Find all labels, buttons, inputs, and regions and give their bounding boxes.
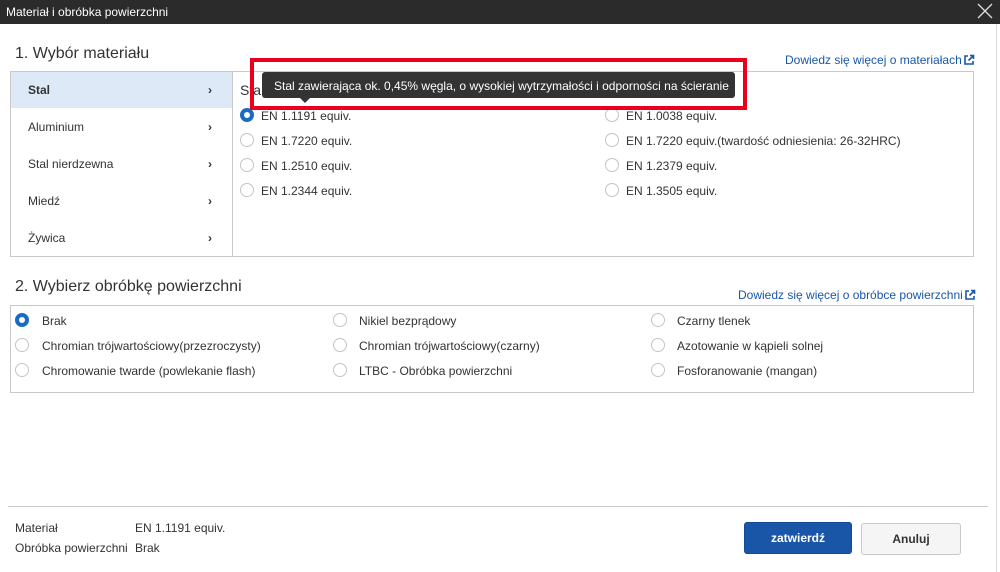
summary-surface-label: Obróbka powierzchni — [15, 541, 128, 555]
chevron-right-icon: › — [208, 157, 212, 171]
radio-en-1-7220-hrc[interactable] — [605, 133, 619, 147]
option-label[interactable]: Chromian trójwartościowy(czarny) — [359, 339, 540, 353]
summary-material-label: Materiał — [15, 521, 58, 535]
surface-learn-more-link[interactable]: Dowiedz się więcej o obróbce powierzchni — [738, 288, 976, 302]
surface-section-title: 2. Wybierz obróbkę powierzchni — [15, 278, 242, 295]
category-label: Żywica — [28, 231, 66, 245]
cancel-button[interactable]: Anuluj — [861, 523, 961, 555]
radio-en-1-2379[interactable] — [605, 158, 619, 172]
option-label[interactable]: EN 1.7220 equiv.(twardość odniesienia: 2… — [626, 134, 901, 148]
radio-en-1-1191[interactable] — [240, 108, 254, 122]
radio-en-1-2344[interactable] — [240, 183, 254, 197]
chevron-right-icon: › — [208, 194, 212, 208]
option-label[interactable]: Czarny tlenek — [677, 314, 750, 328]
window-edge — [996, 24, 997, 572]
radio-czarny-tlenek[interactable] — [651, 313, 665, 327]
option-label[interactable]: Fosforanowanie (mangan) — [677, 364, 817, 378]
category-item-zywica[interactable]: Żywica › — [11, 220, 232, 256]
summary-surface-value: Brak — [135, 541, 160, 555]
category-label: Stal — [28, 83, 51, 97]
radio-en-1-3505[interactable] — [605, 183, 619, 197]
radio-chromowanie-twarde[interactable] — [15, 363, 29, 377]
option-label[interactable]: EN 1.1191 equiv. — [261, 109, 351, 123]
material-category-list: Stal › Aluminium › Stal nierdzewna › Mie… — [11, 72, 233, 256]
radio-en-1-0038[interactable] — [605, 108, 619, 122]
materials-learn-more-link[interactable]: Dowiedz się więcej o materiałach — [785, 53, 975, 67]
external-link-icon — [963, 54, 975, 65]
close-icon[interactable] — [976, 2, 994, 20]
radio-fosforanowanie[interactable] — [651, 363, 665, 377]
chevron-right-icon: › — [208, 231, 212, 245]
radio-brak[interactable] — [15, 313, 29, 327]
confirm-button[interactable]: zatwierdź — [744, 522, 852, 554]
radio-chromian-przezroczysty[interactable] — [15, 338, 29, 352]
option-label[interactable]: EN 1.3505 equiv. — [626, 184, 717, 198]
category-label: Aluminium — [28, 120, 85, 134]
option-label[interactable]: Chromowanie twarde (powlekanie flash) — [42, 364, 255, 378]
category-label: Stal nierdzewna — [28, 157, 114, 171]
category-item-stal-nierdzewna[interactable]: Stal nierdzewna › — [11, 146, 232, 182]
summary-material-value: EN 1.1191 equiv. — [135, 521, 226, 535]
category-item-stal[interactable]: Stal › — [11, 72, 232, 108]
radio-nikiel-bezpradowy[interactable] — [333, 313, 347, 327]
option-label[interactable]: EN 1.2379 equiv. — [626, 159, 717, 173]
option-label[interactable]: Brak — [42, 314, 67, 328]
radio-chromian-czarny[interactable] — [333, 338, 347, 352]
radio-en-1-2510[interactable] — [240, 158, 254, 172]
external-link-icon — [964, 289, 976, 300]
chevron-right-icon: › — [208, 83, 212, 97]
category-label: Miedź — [28, 194, 61, 208]
dialog-titlebar: Materiał i obróbka powierzchni — [0, 0, 1000, 24]
surface-learn-more-label: Dowiedz się więcej o obróbce powierzchni — [738, 288, 963, 302]
option-label[interactable]: Chromian trójwartościowy(przezroczysty) — [42, 339, 261, 353]
radio-azotowanie[interactable] — [651, 338, 665, 352]
material-section-title: 1. Wybór materiału — [15, 45, 150, 62]
option-label[interactable]: EN 1.0038 equiv. — [626, 109, 717, 123]
option-label[interactable]: EN 1.2344 equiv. — [261, 184, 352, 198]
option-label[interactable]: Azotowanie w kąpieli solnej — [677, 339, 823, 353]
radio-en-1-7220[interactable] — [240, 133, 254, 147]
chevron-right-icon: › — [208, 120, 212, 134]
dialog-title: Materiał i obróbka powierzchni — [6, 5, 169, 19]
materials-learn-more-label: Dowiedz się więcej o materiałach — [785, 53, 962, 67]
category-item-aluminium[interactable]: Aluminium › — [11, 109, 232, 145]
option-label[interactable]: EN 1.7220 equiv. — [261, 134, 352, 148]
option-label[interactable]: Nikiel bezprądowy — [359, 314, 456, 328]
annotation-highlight-box — [250, 58, 747, 110]
category-item-miedz[interactable]: Miedź › — [11, 183, 232, 219]
footer-divider — [8, 506, 988, 507]
option-label[interactable]: LTBC - Obróbka powierzchni — [359, 364, 512, 378]
option-label[interactable]: EN 1.2510 equiv. — [261, 159, 352, 173]
radio-ltbc[interactable] — [333, 363, 347, 377]
